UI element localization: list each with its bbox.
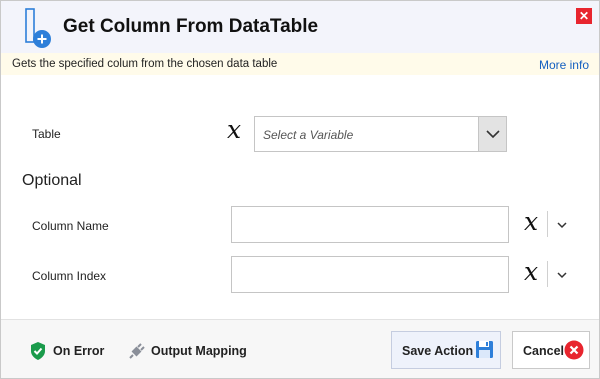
output-mapping-link[interactable]: Output Mapping [127, 320, 247, 378]
divider [547, 211, 548, 237]
column-index-label: Column Index [32, 269, 107, 283]
save-action-label: Save Action [402, 344, 474, 358]
cancel-x-circle-icon [564, 340, 584, 360]
action-description: Gets the specified colum from the chosen… [12, 58, 278, 70]
table-variable-select[interactable]: Select a Variable [254, 116, 507, 152]
dialog-title: Get Column From DataTable [63, 16, 319, 37]
column-name-label: Column Name [32, 219, 109, 233]
close-button[interactable]: ✕ [576, 8, 592, 24]
output-mapping-label: Output Mapping [151, 344, 247, 358]
chevron-down-icon[interactable] [555, 220, 569, 230]
chevron-down-icon [486, 130, 500, 139]
on-error-label: On Error [53, 344, 105, 358]
dialog-header: Get Column From DataTable ✕ [1, 1, 599, 53]
variable-x-icon[interactable]: x [524, 259, 538, 284]
optional-heading: Optional [22, 172, 82, 189]
variable-x-icon[interactable]: x [524, 209, 538, 234]
on-error-link[interactable]: On Error [29, 320, 109, 378]
datatable-column-icon [21, 8, 53, 50]
column-index-input[interactable] [231, 256, 509, 293]
dialog-footer: On Error Output Mapping Save Action Canc… [1, 320, 599, 378]
variable-x-icon[interactable]: x [227, 117, 241, 142]
plug-icon [129, 343, 145, 359]
table-select-placeholder: Select a Variable [263, 128, 354, 142]
dialog-window: Get Column From DataTable ✕ Gets the spe… [0, 0, 600, 379]
chevron-down-icon[interactable] [555, 270, 569, 280]
cancel-label: Cancel [523, 344, 564, 358]
table-label: Table [32, 127, 61, 141]
description-bar: Gets the specified colum from the chosen… [1, 53, 599, 75]
save-action-button[interactable]: Save Action [391, 331, 501, 369]
column-name-input[interactable] [231, 206, 509, 243]
more-info-link[interactable]: More info [539, 58, 589, 72]
cancel-button[interactable]: Cancel [512, 331, 590, 369]
shield-check-icon [31, 342, 45, 360]
divider [547, 261, 548, 287]
floppy-disk-icon [476, 341, 493, 358]
table-dropdown-button[interactable] [478, 117, 506, 151]
